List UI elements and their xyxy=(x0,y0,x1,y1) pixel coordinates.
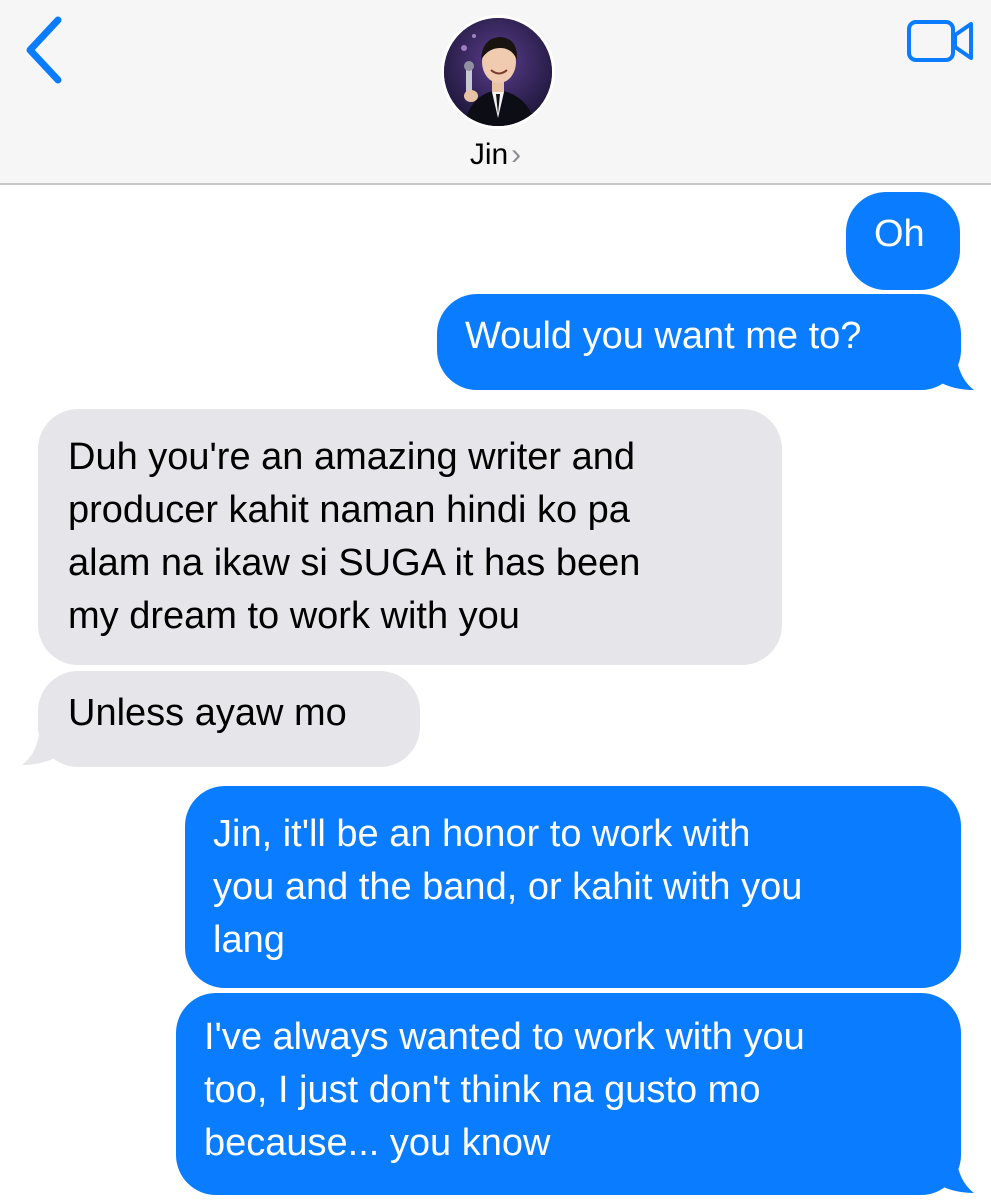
bubble-tail-incoming xyxy=(22,727,66,765)
message-bubble-incoming[interactable]: Unless ayaw mo xyxy=(38,671,420,767)
video-camera-icon xyxy=(907,20,973,62)
back-button[interactable] xyxy=(14,14,74,84)
message-text: Duh you're an amazing writer and xyxy=(68,436,635,478)
contact-name: Jin xyxy=(469,138,509,171)
message-bubble-outgoing[interactable]: I've always wanted to work with you too,… xyxy=(176,993,961,1195)
bubble-tail-outgoing xyxy=(930,1155,974,1193)
contact-name-button[interactable]: Jin › xyxy=(0,138,991,172)
message-text: alam na ikaw si SUGA it has been xyxy=(68,542,641,584)
chevron-right-icon: › xyxy=(511,138,522,171)
message-text: producer kahit naman hindi ko pa xyxy=(68,489,630,531)
message-text: my dream to work with you xyxy=(68,595,520,637)
message-text: Oh xyxy=(874,213,925,255)
message-bubble-outgoing[interactable]: Would you want me to? xyxy=(437,294,961,390)
contact-avatar[interactable] xyxy=(441,15,555,129)
message-text: too, I just don't think na gusto mo xyxy=(204,1069,761,1111)
message-bubble-outgoing[interactable]: Oh xyxy=(846,192,960,290)
message-text: Unless ayaw mo xyxy=(68,692,347,734)
message-text: Would you want me to? xyxy=(465,315,862,357)
conversation-header: Jin › xyxy=(0,0,991,185)
message-bubble-outgoing[interactable]: Jin, it'll be an honor to work with you … xyxy=(185,786,961,988)
message-bubble-incoming[interactable]: Duh you're an amazing writer and produce… xyxy=(38,409,782,665)
bubble-tail-outgoing xyxy=(930,352,974,390)
message-text: Jin, it'll be an honor to work with xyxy=(213,813,751,855)
message-text: lang xyxy=(213,919,285,961)
message-text: you and the band, or kahit with you xyxy=(213,866,803,908)
message-text: because... you know xyxy=(204,1122,551,1164)
video-call-button[interactable] xyxy=(907,18,975,64)
message-text: I've always wanted to work with you xyxy=(204,1016,805,1058)
chevron-left-icon xyxy=(26,16,62,84)
